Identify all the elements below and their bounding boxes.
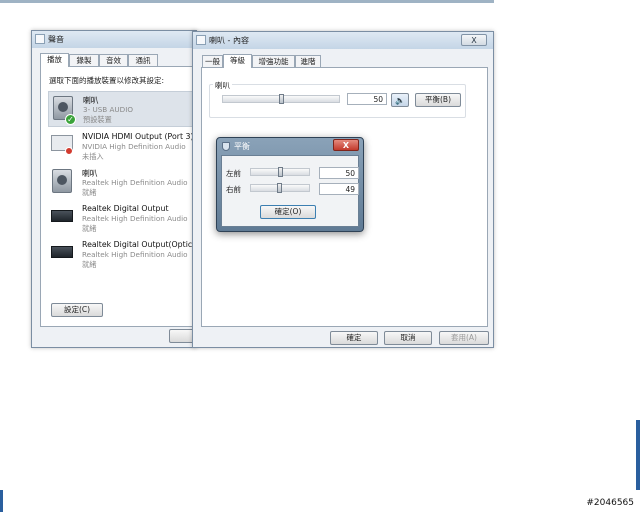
device-status: 預設裝置 — [83, 115, 112, 124]
device-driver: NVIDIA High Definition Audio — [82, 142, 186, 151]
instruction-text: 選取下面的播放裝置以修改其設定: — [49, 76, 165, 85]
unplugged-icon — [65, 147, 73, 155]
apply-button[interactable]: 套用(A) — [439, 331, 489, 345]
watermark-text: #2046565 — [586, 498, 634, 508]
device-driver: Realtek High Definition Audio — [82, 250, 188, 259]
speaker-level-label: 喇叭 — [213, 80, 232, 91]
device-row[interactable]: ✓ 喇叭 3- USB AUDIO 預設裝置 — [48, 91, 199, 127]
properties-title: 喇叭 - 內容 — [209, 36, 249, 45]
speaker-icon — [35, 34, 45, 44]
sound-title: 聲音 — [48, 35, 64, 44]
close-icon[interactable]: X — [333, 139, 359, 151]
volume-slider-thumb[interactable] — [279, 94, 284, 104]
speaker-icon — [196, 35, 206, 45]
properties-title-bar: 喇叭 - 內容 X — [193, 32, 493, 49]
balance-ok-button[interactable]: 確定(O) — [260, 205, 316, 219]
configure-button[interactable]: 設定(C) — [51, 303, 103, 317]
close-icon[interactable]: X — [461, 34, 487, 46]
left-front-value[interactable]: 50 — [319, 167, 359, 179]
right-front-value[interactable]: 49 — [319, 183, 359, 195]
sound-dialog: 聲音 播放 錄製 音效 通訊 選取下面的播放裝置以修改其設定: ✓ 喇叭 3- … — [31, 30, 209, 348]
ok-button[interactable]: 確定 — [330, 331, 378, 345]
right-front-slider-thumb[interactable] — [277, 183, 283, 193]
left-front-label: 左前 — [226, 169, 241, 178]
device-status: 就緒 — [82, 188, 97, 197]
volume-value[interactable]: 50 — [347, 93, 387, 105]
cancel-button[interactable]: 取消 — [384, 331, 432, 345]
device-driver: Realtek High Definition Audio — [82, 178, 188, 187]
speaker-device-icon — [52, 169, 72, 193]
right-front-label: 右前 — [226, 185, 241, 194]
default-check-icon: ✓ — [65, 114, 76, 125]
device-row[interactable]: Realtek Digital Output(Optical) Realtek … — [48, 237, 203, 273]
device-driver: 3- USB AUDIO — [83, 105, 133, 114]
sound-title-bar: 聲音 — [32, 31, 196, 48]
device-status: 未插入 — [82, 152, 104, 161]
tab-levels[interactable]: 等級 — [223, 54, 252, 68]
digital-output-icon — [51, 246, 73, 258]
balance-button[interactable]: 平衡(B) — [415, 93, 461, 107]
device-status: 就緒 — [82, 260, 97, 269]
shield-icon — [222, 142, 230, 151]
balance-title: 平衡 — [234, 142, 250, 151]
device-row[interactable]: NVIDIA HDMI Output (Port 3) NVIDIA High … — [48, 129, 199, 165]
mute-speaker-icon[interactable]: 🔈 — [391, 93, 409, 107]
device-row[interactable]: 喇叭 Realtek High Definition Audio 就緒 — [48, 165, 199, 201]
edge-mark-left — [0, 490, 3, 512]
edge-mark-right — [636, 420, 640, 490]
device-name: Realtek Digital Output — [82, 204, 169, 213]
device-row[interactable]: Realtek Digital Output Realtek High Defi… — [48, 201, 199, 237]
device-name: NVIDIA HDMI Output (Port 3) — [82, 132, 194, 141]
device-status: 就緒 — [82, 224, 97, 233]
digital-output-icon — [51, 210, 73, 222]
device-name: Realtek Digital Output(Optical) — [82, 240, 203, 249]
left-front-slider-thumb[interactable] — [278, 167, 283, 177]
top-divider — [0, 0, 494, 3]
device-driver: Realtek High Definition Audio — [82, 214, 188, 223]
balance-dialog: 平衡 X 左前 50 右前 49 確定(O) — [216, 137, 364, 232]
balance-body: 左前 50 右前 49 確定(O) — [221, 155, 359, 227]
tab-playback[interactable]: 播放 — [40, 53, 69, 67]
playback-panel: 選取下面的播放裝置以修改其設定: ✓ 喇叭 3- USB AUDIO 預設裝置 … — [40, 66, 203, 327]
